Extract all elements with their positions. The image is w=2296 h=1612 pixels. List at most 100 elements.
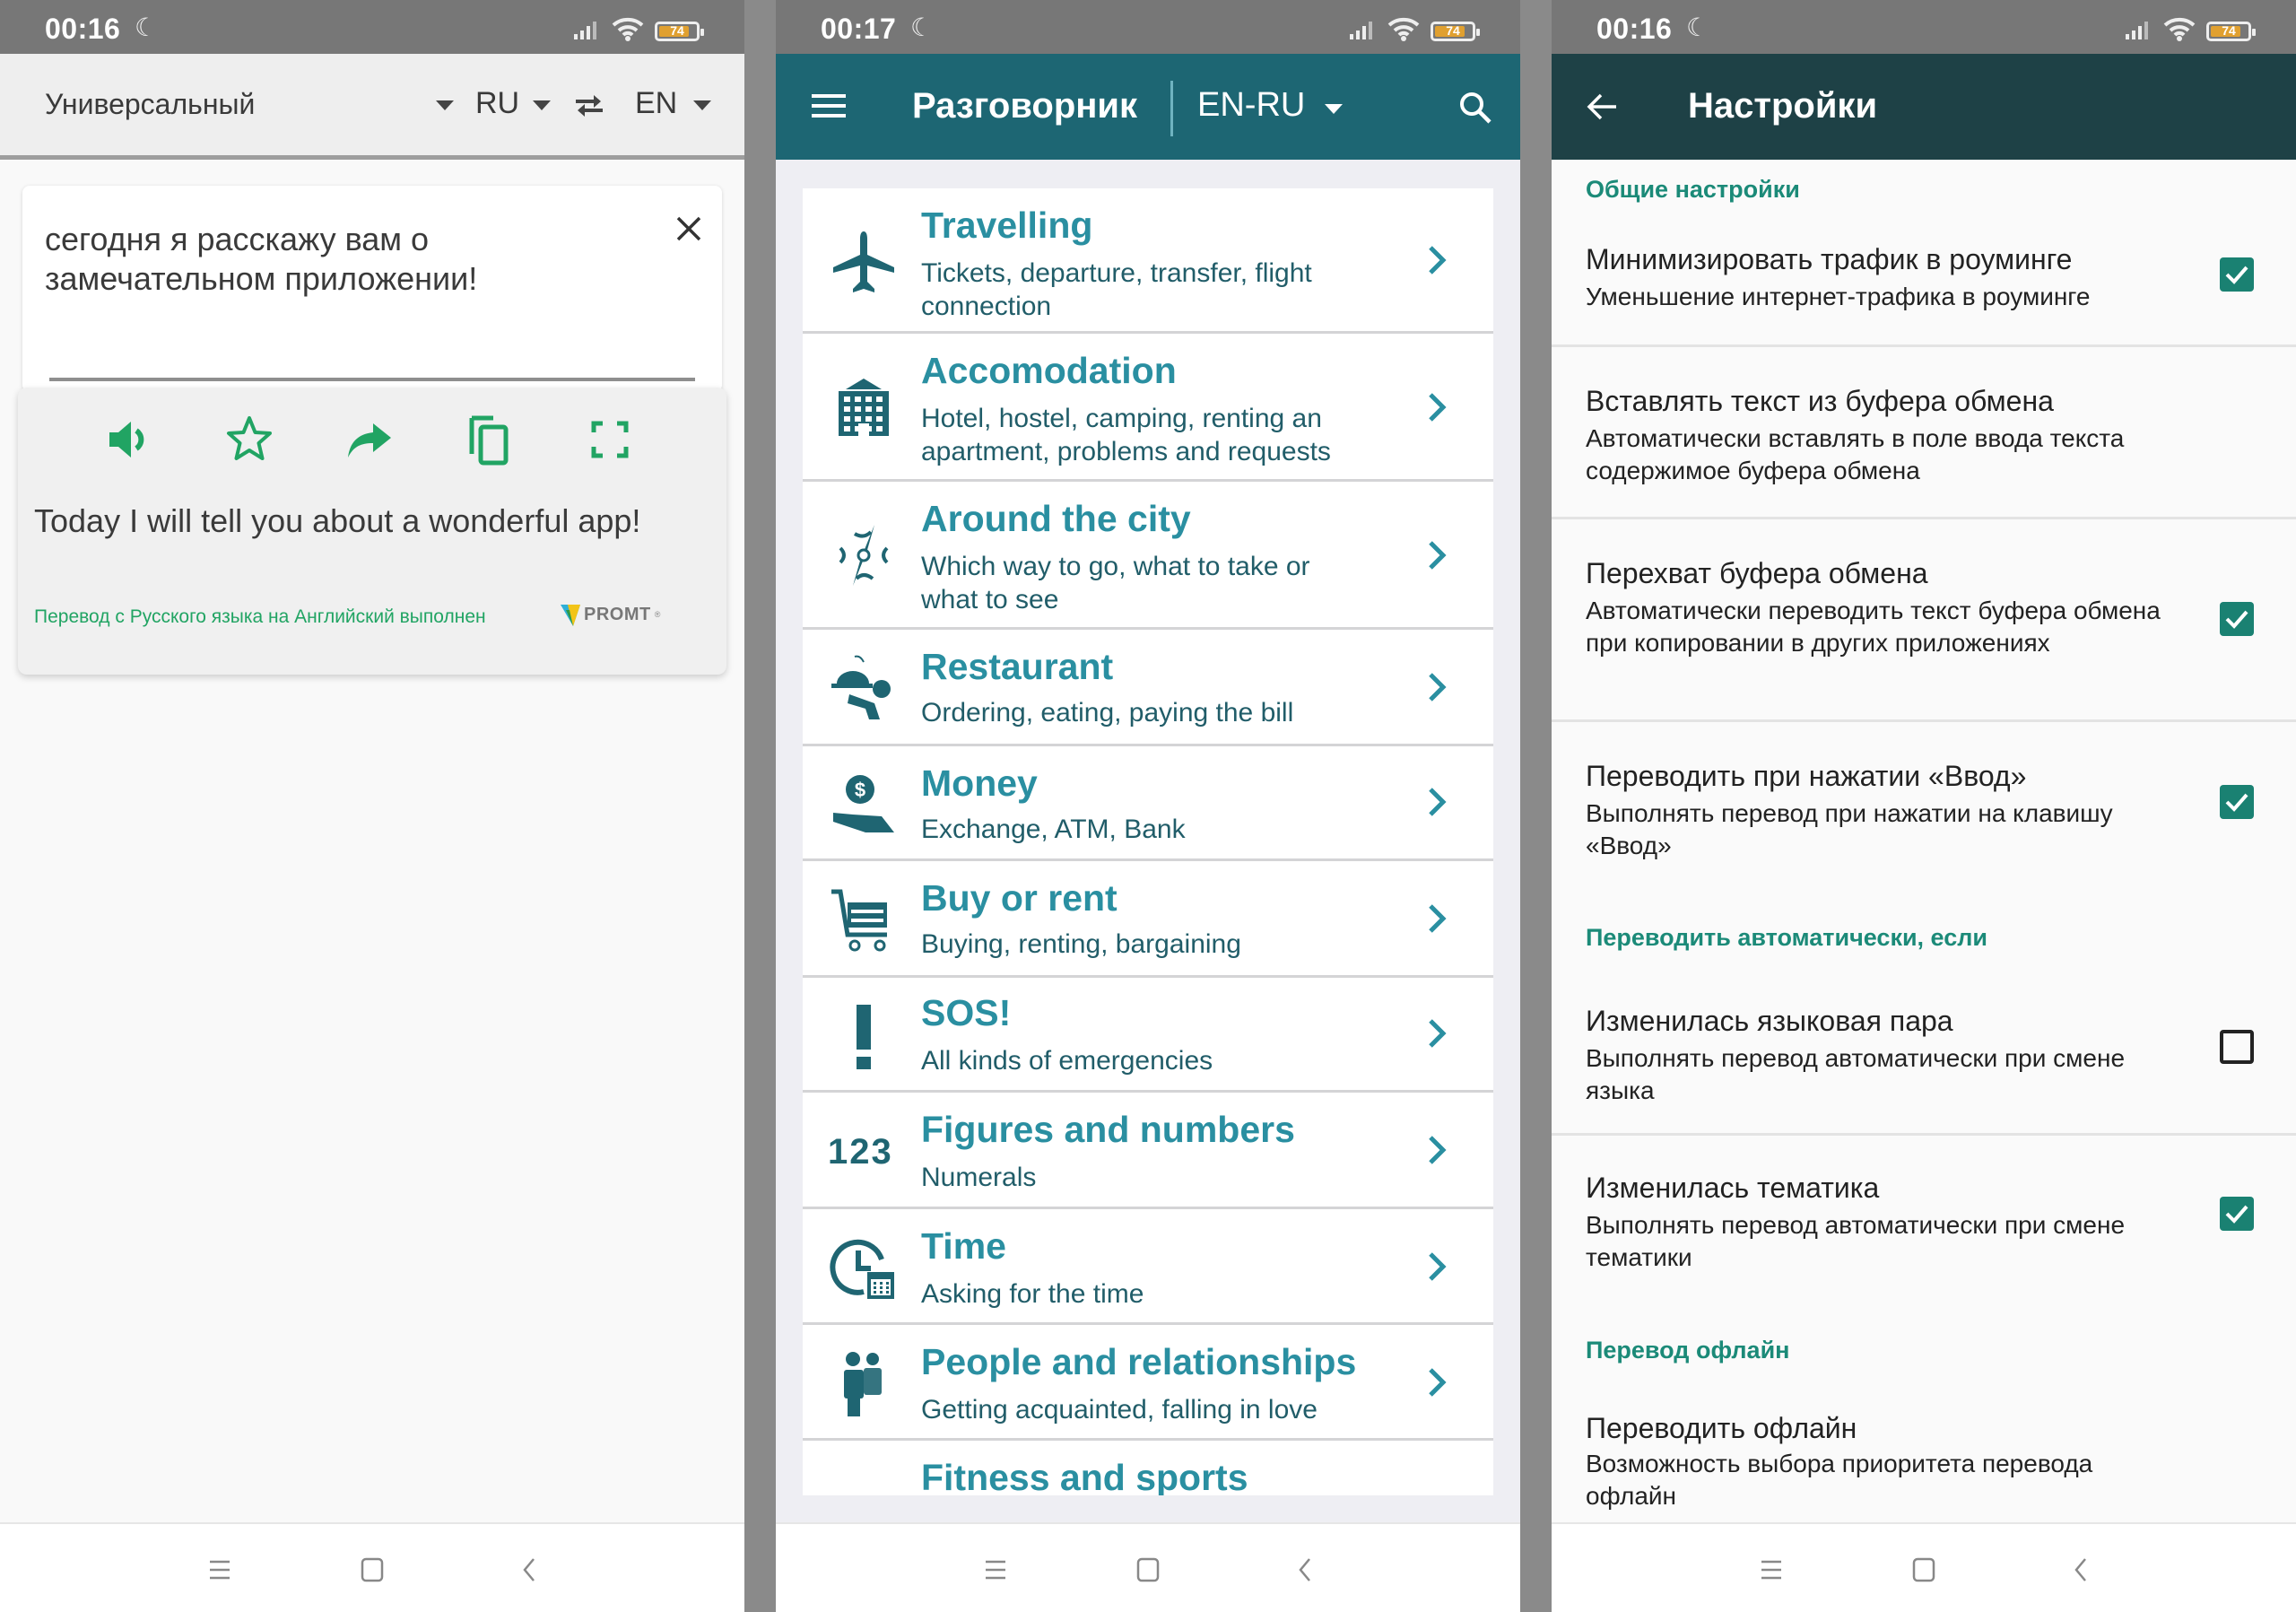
category-description: Ordering, eating, paying the bill — [921, 698, 1294, 728]
source-language-selector[interactable]: RU — [475, 86, 519, 121]
chevron-right-icon[interactable] — [1423, 537, 1448, 573]
target-language-selector[interactable]: EN — [635, 86, 677, 121]
clock-calendar-icon — [830, 1239, 894, 1299]
promt-logo: PROMT ® — [561, 601, 660, 628]
checkbox-checked[interactable] — [2220, 1197, 2254, 1231]
category-item[interactable]: Buy or rent Buying, renting, bargaining — [803, 861, 1493, 978]
checkbox-checked[interactable] — [2220, 257, 2254, 292]
home-icon[interactable] — [1135, 1556, 1161, 1583]
back-nav-icon[interactable] — [1292, 1556, 1318, 1583]
chevron-right-icon[interactable] — [1423, 784, 1448, 820]
swap-languages-icon[interactable] — [572, 91, 606, 120]
search-icon[interactable] — [1457, 90, 1493, 126]
settings-item[interactable]: Изменилась языковая пара Выполнять перево… — [1552, 987, 2296, 1136]
signal-icon — [1350, 22, 1372, 39]
category-description: Buying, renting, bargaining — [921, 929, 1241, 959]
cart-icon — [831, 889, 887, 952]
category-description: Exchange, ATM, Bank — [921, 815, 1186, 844]
fullscreen-icon[interactable] — [583, 413, 637, 466]
chevron-right-icon[interactable] — [1423, 901, 1448, 937]
topic-dropdown-icon[interactable] — [436, 100, 454, 110]
category-item[interactable]: 123 Figures and numbers Numerals — [803, 1093, 1493, 1209]
settings-item-summary: Выполнять перевод автоматически при смен… — [1586, 1044, 2126, 1104]
settings-item[interactable]: Минимизировать трафик в роуминге Уменьшен… — [1552, 211, 2296, 347]
source-language-dropdown-icon[interactable] — [533, 100, 551, 110]
clear-text-icon[interactable] — [674, 214, 703, 243]
category-description: Numerals — [921, 1163, 1037, 1192]
promt-brand-text: PROMT — [584, 604, 651, 624]
back-arrow-icon[interactable] — [1586, 90, 1620, 124]
category-item[interactable]: Restaurant Ordering, eating, paying the b… — [803, 630, 1493, 746]
status-time: 00:16 — [45, 13, 121, 45]
chevron-right-icon[interactable] — [1423, 242, 1448, 278]
settings-item[interactable]: Вставлять текст из буфера обмена Автомати… — [1552, 347, 2296, 519]
speaker-icon[interactable] — [102, 413, 156, 466]
battery-icon: 74 — [1431, 22, 1480, 41]
back-nav-icon[interactable] — [2067, 1556, 2094, 1583]
language-pair-dropdown-icon[interactable] — [1325, 104, 1343, 114]
translation-card: Today I will tell you about a wonderful … — [18, 388, 726, 675]
topic-selector[interactable]: Универсальный — [45, 88, 255, 121]
checkbox-checked[interactable] — [2220, 602, 2254, 636]
recent-apps-icon[interactable] — [982, 1556, 1009, 1583]
input-underline — [49, 378, 695, 381]
settings-item[interactable]: Изменилась тематика Выполнять перевод авт… — [1552, 1136, 2296, 1297]
category-item[interactable]: Around the city Which way to go, what to … — [803, 482, 1493, 630]
money-hand-icon: $ — [833, 775, 894, 832]
settings-item[interactable]: Перехват буфера обмена Автоматически пере… — [1552, 519, 2296, 722]
category-item[interactable]: Travelling Tickets, departure, transfer, … — [803, 188, 1493, 334]
wifi-icon — [1387, 17, 1420, 41]
category-item[interactable]: Fitness and sports — [803, 1441, 1493, 1495]
recent-apps-icon[interactable] — [206, 1556, 233, 1583]
chevron-right-icon[interactable] — [1423, 1015, 1448, 1051]
category-title: People and relationships — [921, 1341, 1357, 1382]
do-not-disturb-icon: ☾ — [135, 13, 158, 41]
category-item[interactable]: Time Asking for the time — [803, 1209, 1493, 1325]
share-icon[interactable] — [343, 413, 396, 466]
category-list: Travelling Tickets, departure, transfer, … — [803, 188, 1493, 1495]
settings-screen: 00:16 ☾ 74 Настройки Общие настройки Пере… — [1552, 0, 2296, 1612]
hamburger-menu-icon[interactable] — [810, 91, 848, 120]
settings-item[interactable]: Переводить офлайн Возможность выбора прио… — [1552, 1390, 2296, 1510]
home-icon[interactable] — [1910, 1556, 1937, 1583]
airplane-icon — [833, 231, 894, 292]
source-text-input[interactable]: сегодня я расскажу вам о замечательном п… — [45, 220, 655, 299]
home-icon[interactable] — [359, 1556, 386, 1583]
do-not-disturb-icon: ☾ — [1686, 13, 1709, 41]
settings-item-title: Изменилась тематика — [1586, 1172, 1880, 1204]
target-language-dropdown-icon[interactable] — [693, 100, 711, 110]
checkbox-checked[interactable] — [2220, 785, 2254, 819]
settings-item-title: Переводить офлайн — [1586, 1412, 1857, 1444]
settings-item[interactable]: Переводить при нажатии «Ввод» Выполнять п… — [1552, 722, 2296, 924]
checkbox-unchecked[interactable] — [2220, 1030, 2254, 1064]
category-item[interactable]: $ Money Exchange, ATM, Bank — [803, 746, 1493, 861]
battery-level: 74 — [1446, 23, 1460, 38]
settings-section-header: Переводить автоматически, если — [1586, 924, 1987, 951]
category-title: Accomodation — [921, 350, 1177, 391]
language-pair-selector[interactable]: EN-RU — [1197, 86, 1305, 125]
page-title: Настройки — [1688, 86, 1878, 126]
category-description: Getting acquainted, falling in love — [921, 1395, 1318, 1425]
phrasebook-app-bar: Разговорник EN-RU — [776, 54, 1520, 160]
status-bar: 00:16 ☾ 74 — [0, 0, 744, 54]
copy-icon[interactable] — [463, 413, 517, 466]
chevron-right-icon[interactable] — [1423, 389, 1448, 425]
system-nav-bar — [0, 1522, 744, 1612]
star-icon[interactable] — [222, 413, 276, 466]
category-title: Buy or rent — [921, 877, 1118, 919]
fitness-icon — [828, 1477, 900, 1495]
recent-apps-icon[interactable] — [1758, 1556, 1785, 1583]
wifi-icon — [2163, 17, 2196, 41]
chevron-right-icon[interactable] — [1423, 1249, 1448, 1285]
chevron-right-icon[interactable] — [1423, 1364, 1448, 1400]
category-item[interactable]: Accomodation Hotel, hostel, camping, rent… — [803, 334, 1493, 482]
chevron-right-icon[interactable] — [1423, 1132, 1448, 1168]
category-item[interactable]: SOS! All kinds of emergencies — [803, 978, 1493, 1093]
chevron-right-icon[interactable] — [1423, 669, 1448, 705]
compass-icon — [839, 525, 889, 586]
category-item[interactable]: People and relationships Getting acquaint… — [803, 1325, 1493, 1441]
settings-item-summary: Уменьшение интернет-трафика в роуминге — [1586, 283, 2091, 310]
checkmark-icon — [2225, 610, 2248, 629]
back-nav-icon[interactable] — [516, 1556, 543, 1583]
category-description: Hotel, hostel, camping, renting an apart… — [921, 404, 1331, 466]
